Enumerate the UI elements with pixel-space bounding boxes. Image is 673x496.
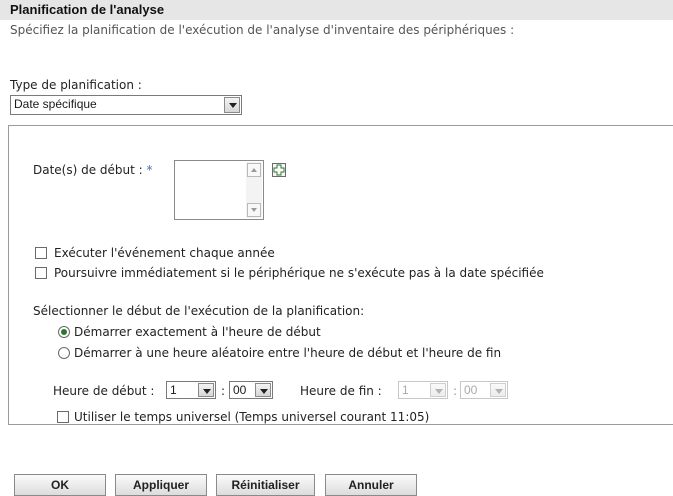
scroll-down-icon[interactable]: [247, 203, 261, 217]
schedule-type-label: Type de planification :: [10, 78, 142, 92]
chevron-down-icon: [255, 383, 271, 397]
start-time-separator: :: [221, 384, 226, 398]
listbox-scrollbar[interactable]: [246, 162, 262, 218]
end-minute-value: 00: [464, 383, 478, 397]
cancel-button[interactable]: Annuler: [325, 474, 417, 496]
schedule-type-select[interactable]: Date spécifique: [10, 95, 242, 115]
start-minute-value: 00: [233, 383, 247, 397]
start-dates-listbox[interactable]: [174, 160, 264, 220]
start-random-radio[interactable]: [58, 347, 70, 359]
start-hour-select[interactable]: 1: [166, 381, 216, 399]
chevron-down-icon: [430, 383, 446, 397]
utc-checkbox[interactable]: [57, 411, 69, 423]
start-time-label: Heure de début :: [53, 384, 155, 398]
reset-button[interactable]: Réinitialiser: [216, 474, 315, 496]
start-dates-label: Date(s) de début : *: [33, 163, 153, 177]
start-random-label: Démarrer à une heure aléatoire entre l'h…: [74, 346, 502, 360]
section-description: Spécifiez la planification de l'exécutio…: [10, 23, 515, 37]
end-hour-value: 1: [402, 383, 409, 397]
apply-button[interactable]: Appliquer: [115, 474, 207, 496]
end-time-separator: :: [453, 384, 458, 398]
utc-label: Utiliser le temps universel (Temps unive…: [74, 410, 430, 424]
start-exact-label: Démarrer exactement à l'heure de début: [74, 325, 321, 339]
ok-button[interactable]: OK: [14, 474, 106, 496]
chevron-down-icon: [198, 383, 214, 397]
end-time-label: Heure de fin :: [300, 384, 382, 398]
end-minute-select[interactable]: 00: [460, 381, 508, 399]
schedule-type-value: Date spécifique: [14, 97, 97, 111]
section-title: Planification de l'analyse: [10, 2, 165, 17]
required-marker: *: [146, 163, 153, 177]
yearly-checkbox[interactable]: [35, 247, 47, 259]
immediate-checkbox[interactable]: [35, 267, 47, 279]
end-hour-select[interactable]: 1: [398, 381, 448, 399]
chevron-down-icon: [490, 383, 506, 397]
chevron-down-icon: [224, 97, 240, 113]
immediate-label: Poursuivre immédiatement si le périphéri…: [54, 266, 544, 280]
scroll-up-icon[interactable]: [247, 163, 261, 177]
start-minute-select[interactable]: 00: [229, 381, 273, 399]
yearly-label: Exécuter l'événement chaque année: [54, 246, 275, 260]
start-exact-radio[interactable]: [58, 326, 70, 338]
start-hour-value: 1: [170, 383, 177, 397]
start-selection-label: Sélectionner le début de l'exécution de …: [33, 304, 365, 318]
add-date-button[interactable]: [272, 163, 286, 177]
plus-icon: [273, 164, 285, 176]
